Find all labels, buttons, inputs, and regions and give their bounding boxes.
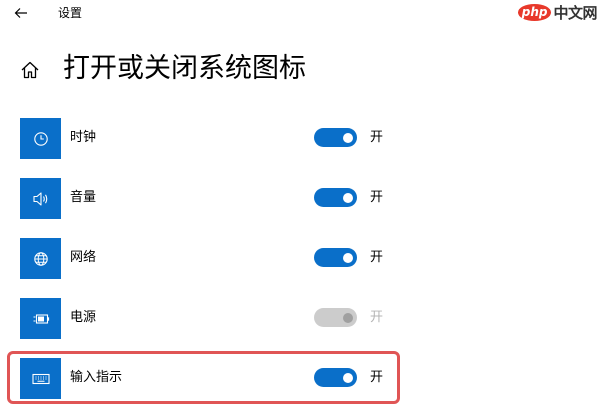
watermark: php 中文网 xyxy=(517,1,597,23)
home-button[interactable] xyxy=(18,58,42,82)
toggle-state-input-indicator: 开 xyxy=(370,370,384,385)
setting-label-volume: 音量 xyxy=(70,190,97,205)
toggle-volume[interactable] xyxy=(314,188,357,207)
setting-row-volume: 音量 开 xyxy=(20,178,400,219)
setting-label-clock: 时钟 xyxy=(70,130,97,145)
home-icon xyxy=(21,61,39,79)
toggle-state-power: 开 xyxy=(370,310,384,325)
toggle-input-indicator[interactable] xyxy=(314,368,357,387)
setting-row-power: 电源 开 xyxy=(20,298,400,339)
toggle-knob xyxy=(343,312,353,323)
speaker-icon xyxy=(20,178,61,219)
toggle-power xyxy=(314,308,357,327)
back-button[interactable] xyxy=(8,2,34,24)
keyboard-icon xyxy=(20,358,61,399)
watermark-text: 中文网 xyxy=(553,3,597,22)
back-arrow-icon xyxy=(14,8,27,18)
setting-label-power: 电源 xyxy=(70,310,97,325)
globe-icon xyxy=(20,238,61,279)
setting-row-network: 网络 开 xyxy=(20,238,400,279)
toggle-knob xyxy=(343,132,353,143)
page-title: 打开或关闭系统图标 xyxy=(63,53,306,84)
toggle-state-clock: 开 xyxy=(370,130,384,145)
toggle-state-volume: 开 xyxy=(370,190,384,205)
toggle-knob xyxy=(343,372,353,383)
setting-label-input-indicator: 输入指示 xyxy=(70,370,123,385)
toggle-network[interactable] xyxy=(314,248,357,267)
toggle-clock[interactable] xyxy=(314,128,357,147)
watermark-badge: php xyxy=(517,3,552,21)
toggle-knob xyxy=(343,252,353,263)
setting-row-clock: 时钟 开 xyxy=(20,118,400,159)
toggle-state-network: 开 xyxy=(370,250,384,265)
setting-label-network: 网络 xyxy=(70,250,97,265)
clock-icon xyxy=(20,118,61,159)
toggle-knob xyxy=(343,192,353,203)
setting-row-input-indicator: 输入指示 开 xyxy=(20,358,400,399)
battery-icon xyxy=(20,298,61,339)
window-title: 设置 xyxy=(58,6,83,20)
